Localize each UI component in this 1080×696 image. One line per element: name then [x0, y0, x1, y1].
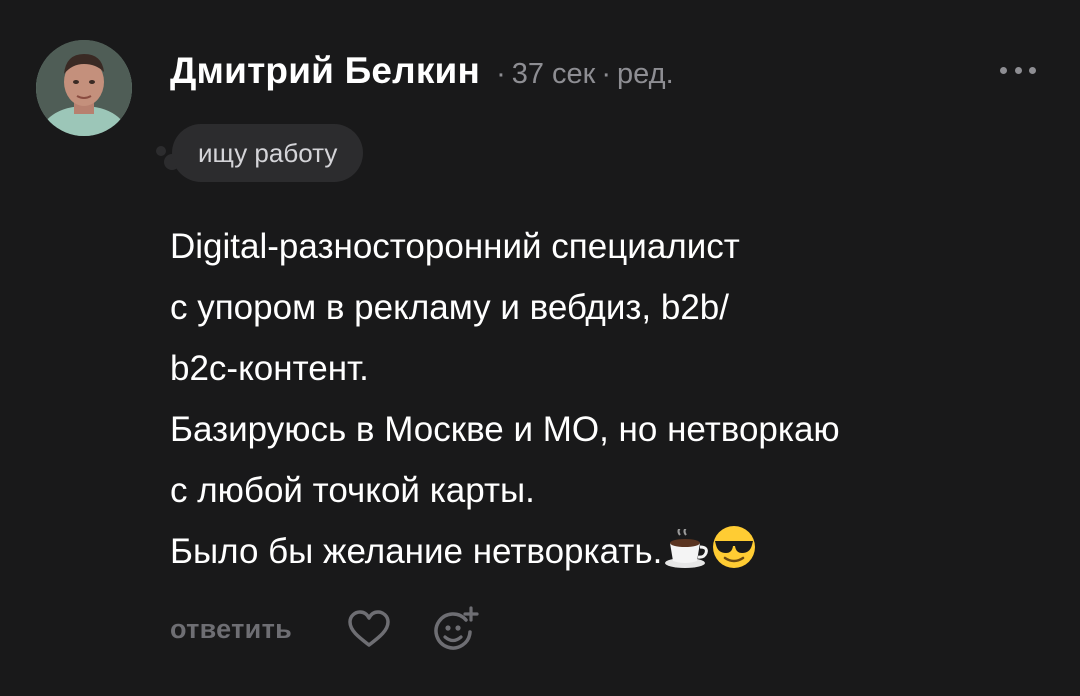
- post-text: Digital-разносторонний специалист с упор…: [170, 216, 1050, 588]
- more-horizontal-icon: [1029, 66, 1036, 74]
- like-button[interactable]: [346, 609, 392, 649]
- post-line: Digital-разносторонний специалист: [170, 227, 740, 266]
- post-line: с упором в рекламу и вебдиз, b2b/: [170, 288, 729, 327]
- user-avatar-photo-icon: [36, 40, 132, 136]
- meta-separator: ·: [496, 58, 506, 90]
- post-header: Дмитрий Белкин · 37 сек · ред.: [170, 50, 674, 92]
- post-line-last: Было бы желание нетворкать.: [170, 521, 1050, 588]
- post-time: 37 сек: [511, 58, 596, 90]
- author-name[interactable]: Дмитрий Белкин: [170, 50, 480, 92]
- status-bubble: ищу работу: [150, 124, 364, 182]
- add-reaction-icon: [434, 606, 479, 650]
- post-line: b2c-контент.: [170, 349, 369, 388]
- status-badge: ищу работу: [172, 124, 364, 182]
- post-actions: ответить: [170, 606, 480, 652]
- post-line: с любой точкой карты.: [170, 471, 535, 510]
- sunglasses-face-emoji-icon: [712, 525, 756, 588]
- thought-bubble-dot: [156, 146, 166, 156]
- add-reaction-button[interactable]: [432, 606, 480, 652]
- more-horizontal-icon: [1014, 66, 1022, 74]
- meta-separator: ·: [601, 58, 612, 90]
- more-options-button[interactable]: [1000, 58, 1036, 82]
- coffee-cup-emoji-icon: [664, 527, 710, 588]
- post-line: Базируюсь в Москве и МО, но нетворкаю: [170, 410, 840, 449]
- heart-icon: [348, 610, 390, 647]
- post-meta: · 37 сек · ред.: [490, 58, 674, 91]
- edited-label: ред.: [617, 58, 674, 90]
- post-card: Дмитрий Белкин · 37 сек · ред. ищу работу D…: [0, 0, 1080, 696]
- reply-button[interactable]: ответить: [170, 614, 292, 645]
- more-horizontal-icon: [1000, 66, 1007, 74]
- avatar[interactable]: [36, 40, 132, 136]
- post-line: Было бы желание нетворкать.: [170, 532, 663, 571]
